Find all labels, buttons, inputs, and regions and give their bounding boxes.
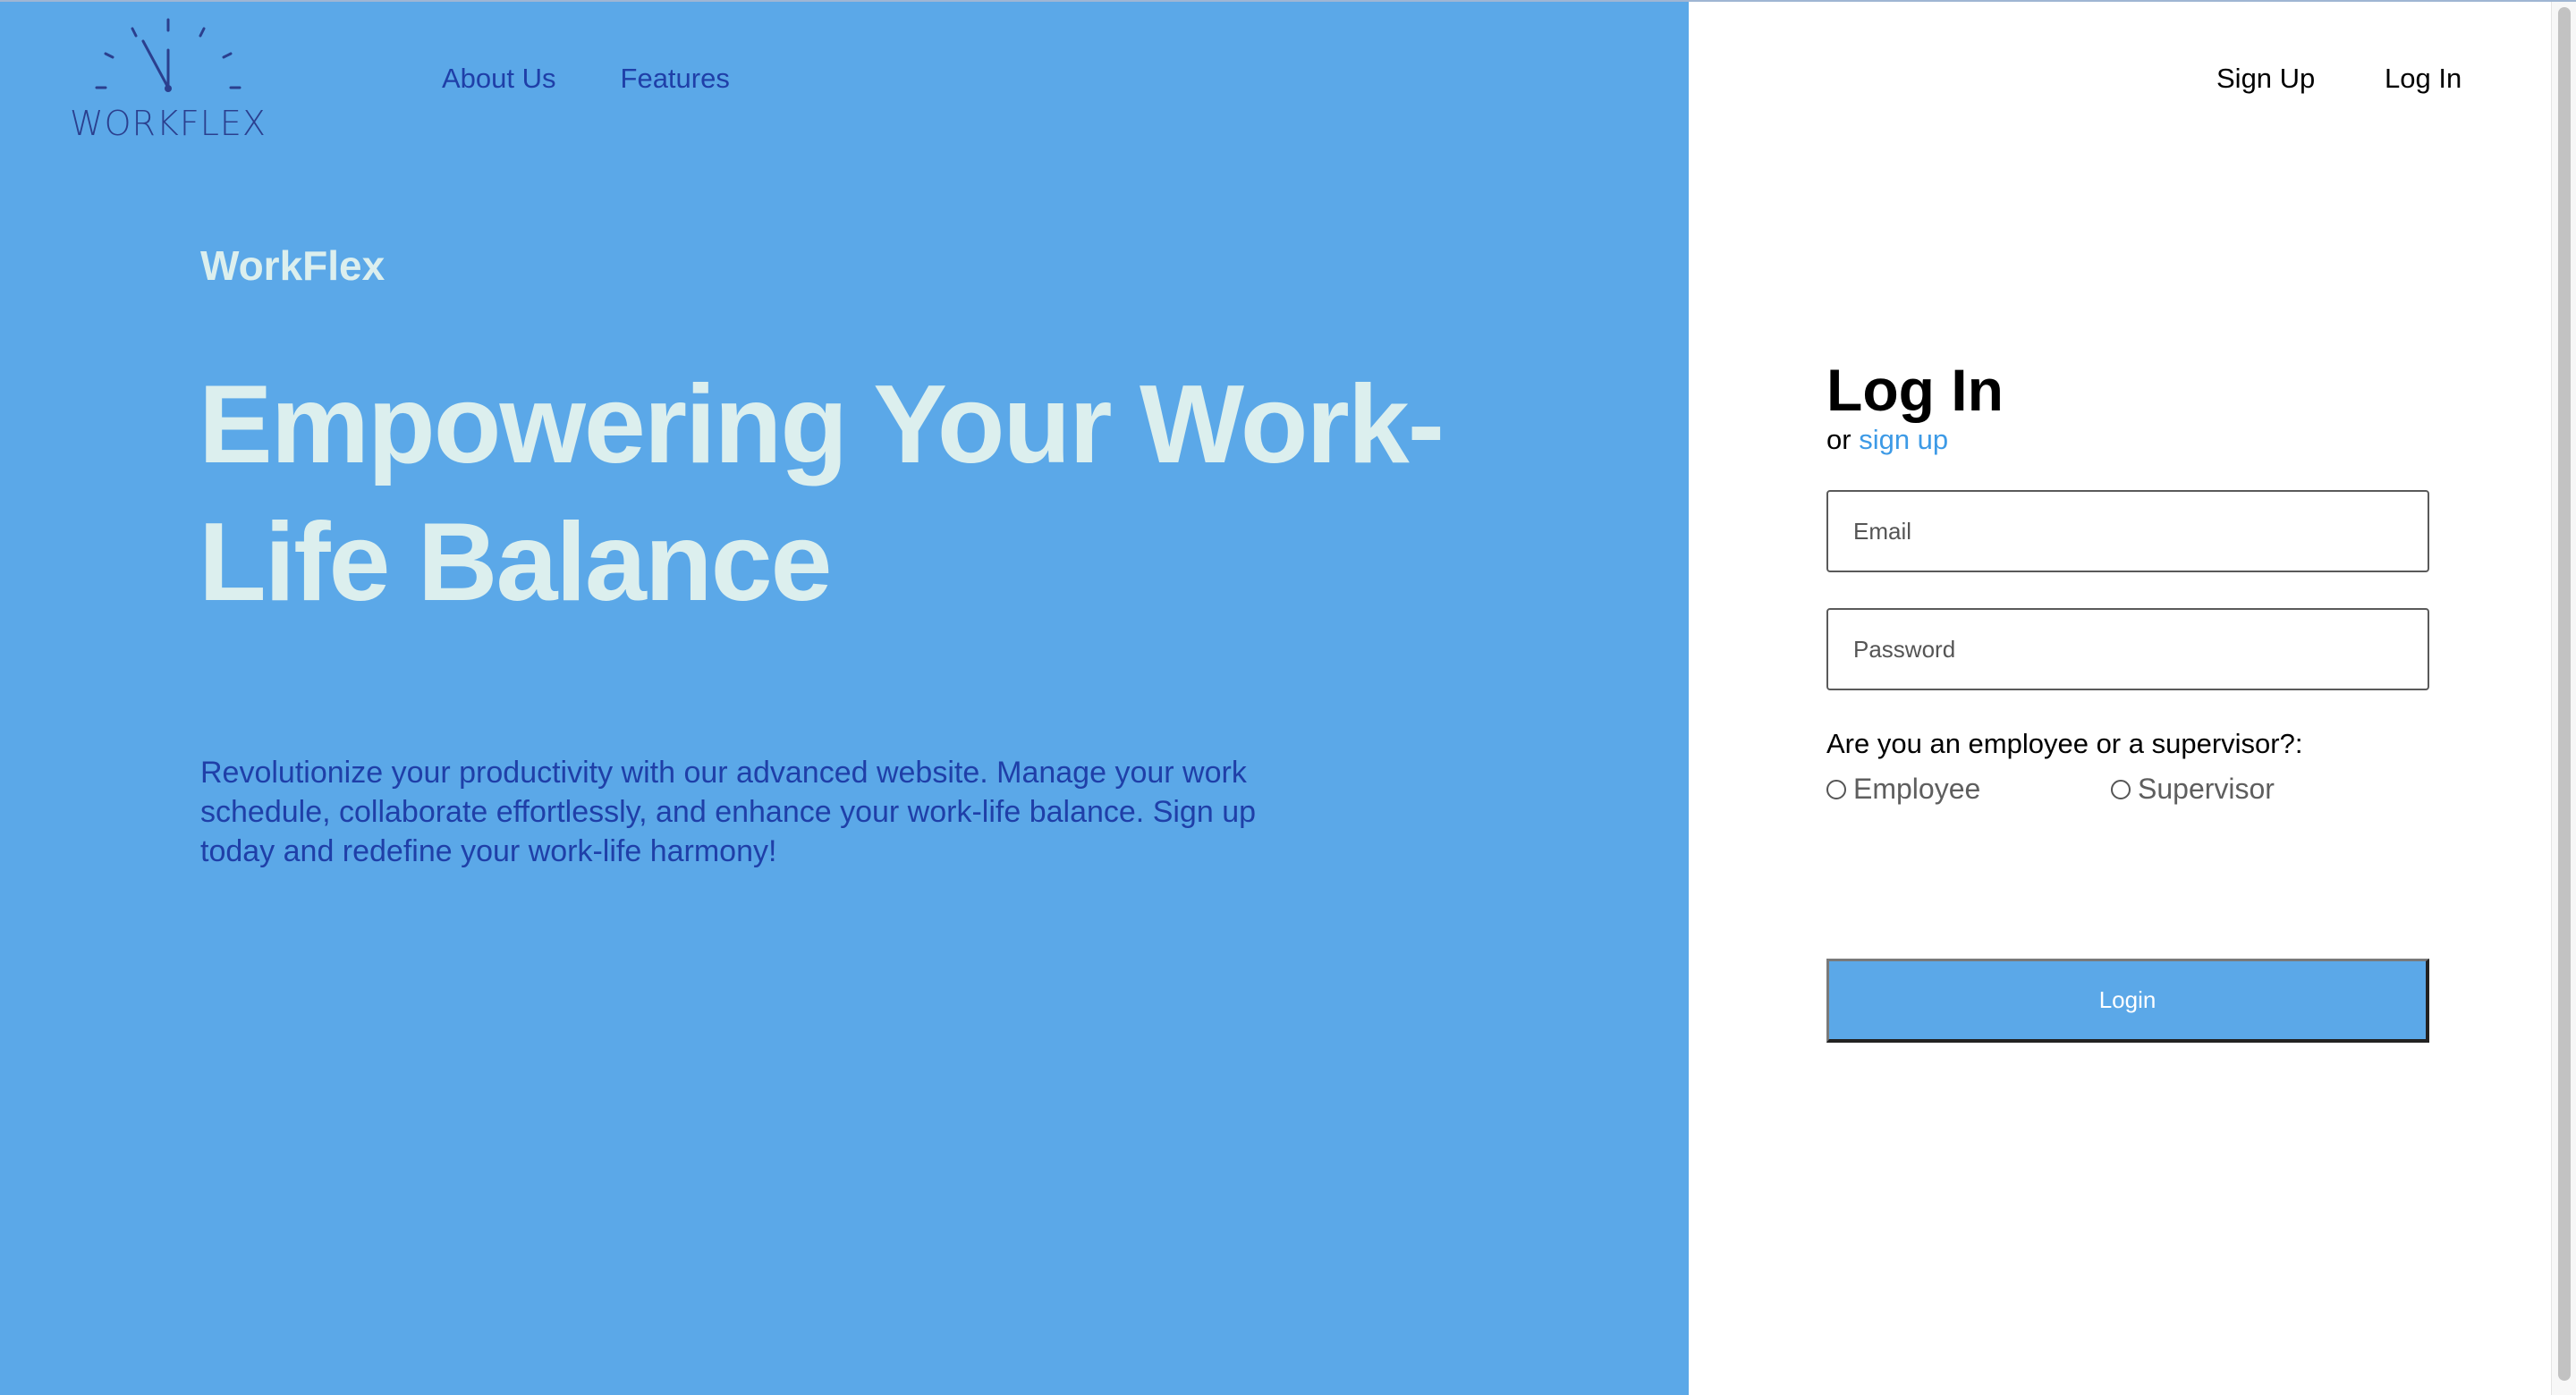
scrollbar-thumb[interactable] [2558, 7, 2571, 1381]
employee-radio[interactable] [1826, 779, 1846, 799]
supervisor-radio-label: Supervisor [2138, 773, 2275, 805]
login-button[interactable]: Login [1826, 959, 2429, 1043]
logo[interactable]: WORKFLEX [64, 14, 272, 148]
vertical-scrollbar[interactable] [2551, 2, 2576, 1395]
hero-panel: WORKFLEX About Us Features WorkFlex Empo… [0, 2, 1689, 1395]
role-question: Are you an employee or a supervisor?: [1826, 728, 2303, 759]
login-subtitle: or sign up [1826, 424, 1948, 456]
login-title: Log In [1826, 357, 2004, 423]
login-subtitle-prefix: or [1826, 424, 1852, 455]
employee-radio-label: Employee [1853, 773, 1981, 805]
primary-nav: About Us Features [442, 63, 730, 95]
nav-features-link[interactable]: Features [621, 63, 730, 95]
sign-up-link[interactable]: sign up [1859, 424, 1948, 455]
clock-dial-icon [95, 18, 242, 92]
email-input[interactable] [1826, 490, 2429, 572]
supervisor-radio-option[interactable]: Supervisor [2111, 773, 2275, 806]
page: WORKFLEX About Us Features WorkFlex Empo… [0, 0, 2576, 1395]
employee-radio-option[interactable]: Employee [1826, 773, 1980, 806]
supervisor-radio[interactable] [2111, 779, 2131, 799]
hero-headline: Empowering Your Work-Life Balance [199, 363, 1445, 624]
hero-description: Revolutionize your productivity with our… [200, 756, 1257, 868]
nav-sign-up-link[interactable]: Sign Up [2216, 63, 2315, 95]
nav-log-in-link[interactable]: Log In [2385, 63, 2462, 95]
password-input[interactable] [1826, 608, 2429, 690]
hero-brand: WorkFlex [200, 242, 386, 289]
logo-text: WORKFLEX [70, 104, 267, 143]
nav-about-us-link[interactable]: About Us [442, 63, 556, 95]
